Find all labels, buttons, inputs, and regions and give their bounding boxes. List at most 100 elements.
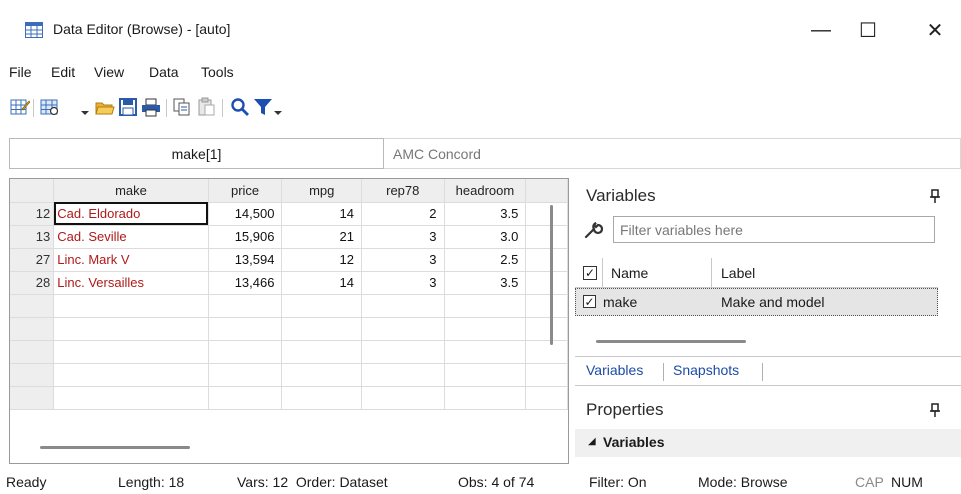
status-mode: Mode: Browse [698,474,788,490]
cell-make[interactable]: Linc. Mark V [53,248,209,272]
cell-more[interactable] [525,202,568,226]
minimize-button[interactable]: — [798,14,844,46]
row-number: 27 [10,248,55,272]
variable-checkbox[interactable]: ✓ [583,295,596,308]
column-header-mpg[interactable]: mpg [281,179,362,203]
cell-make[interactable]: Cad. Seville [53,225,209,249]
cell-more[interactable] [525,271,568,295]
maximize-button[interactable]: ☐ [845,14,891,46]
panel-tabs: Variables Snapshots [575,356,961,385]
empty-row[interactable] [10,386,568,410]
data-table: make price mpg rep78 headroom 12 Cad. El… [10,179,568,410]
close-button[interactable]: ✕ [912,14,958,46]
empty-row[interactable] [10,363,568,387]
status-vars-order: Vars: 12 Order: Dataset [237,474,388,490]
cell-headroom[interactable]: 2.5 [444,248,527,272]
side-panel: Variables Filter variables here ✓ Name L… [575,178,961,464]
horizontal-scrollbar[interactable] [40,446,190,449]
column-header-make[interactable]: make [53,179,209,203]
variable-name: make [603,294,638,310]
minimize-icon: — [811,18,831,41]
cell-more[interactable] [525,225,568,249]
header-row: make price mpg rep78 headroom [10,179,568,203]
pin-icon[interactable] [930,403,940,417]
row-number-header [10,179,55,203]
column-header-price[interactable]: price [208,179,283,203]
cell-rep78[interactable]: 3 [361,225,445,249]
cell-headroom[interactable]: 3.5 [444,202,527,226]
variables-list-header: ✓ Name Label [575,258,938,288]
find-icon[interactable] [230,97,250,117]
menu-bar: File Edit View Data Tools [0,60,961,86]
cell-mpg[interactable]: 14 [281,271,362,295]
cell-value-input[interactable]: AMC Concord [384,138,961,169]
variable-label: Make and model [721,294,825,310]
cell-mpg[interactable]: 12 [281,248,362,272]
cell-headroom[interactable]: 3.0 [444,225,527,249]
table-row[interactable]: 28 Linc. Versailles 13,466 14 3 3.5 [10,271,568,295]
edit-mode-icon[interactable] [10,97,30,117]
copy-icon[interactable] [172,97,192,117]
pin-icon[interactable] [930,189,940,203]
cell-price[interactable]: 13,466 [208,271,283,295]
empty-row[interactable] [10,317,568,341]
filter-dropdown-icon[interactable] [274,111,282,115]
collapse-arrow-icon[interactable]: ◢ [588,436,596,447]
status-obs: Obs: 4 of 74 [458,474,535,490]
close-icon: ✕ [926,19,944,42]
row-number: 12 [10,202,55,226]
menu-view[interactable]: View [94,64,124,80]
cell-make[interactable]: Linc. Versailles [53,271,209,295]
empty-row[interactable] [10,294,568,318]
column-header-headroom[interactable]: headroom [444,179,527,203]
cell-rep78[interactable]: 2 [361,202,445,226]
table-row[interactable]: 13 Cad. Seville 15,906 21 3 3.0 [10,225,568,249]
name-column-header[interactable]: Name [611,265,648,281]
cell-make[interactable]: Cad. Eldorado [53,202,209,226]
cell-mpg[interactable]: 21 [281,225,362,249]
browse-dropdown-icon[interactable] [81,111,89,115]
table-row[interactable]: 12 Cad. Eldorado 14,500 14 2 3.5 [10,202,568,226]
cell-headroom[interactable]: 3.5 [444,271,527,295]
status-cap: CAP [855,474,884,490]
print-icon[interactable] [141,97,161,117]
status-num: NUM [891,474,923,490]
window-title: Data Editor (Browse) - [auto] [53,21,231,37]
vertical-scrollbar[interactable] [550,205,553,345]
status-ready: Ready [6,474,47,490]
status-filter: Filter: On [589,474,647,490]
open-icon[interactable] [95,97,115,117]
empty-row[interactable] [10,340,568,364]
paste-icon[interactable] [196,97,216,117]
cell-price[interactable]: 13,594 [208,248,283,272]
cell-more[interactable] [525,248,568,272]
maximize-icon: ☐ [859,19,877,42]
table-row[interactable]: 27 Linc. Mark V 13,594 12 3 2.5 [10,248,568,272]
menu-edit[interactable]: Edit [51,64,75,80]
cell-rep78[interactable]: 3 [361,271,445,295]
browse-mode-icon[interactable] [40,97,60,117]
label-column-header[interactable]: Label [721,265,755,281]
filter-variables-input[interactable]: Filter variables here [613,216,935,243]
variables-horizontal-scrollbar[interactable] [596,340,746,343]
filter-icon[interactable] [253,97,273,117]
cell-price[interactable]: 15,906 [208,225,283,249]
tab-snapshots[interactable]: Snapshots [673,362,739,378]
menu-tools[interactable]: Tools [201,64,234,80]
tab-variables[interactable]: Variables [586,362,643,378]
section-label: Variables [603,434,665,450]
cell-mpg[interactable]: 14 [281,202,362,226]
column-header-rep78[interactable]: rep78 [361,179,445,203]
toolbar [0,91,961,131]
properties-variables-section[interactable]: ◢ Variables [575,429,961,457]
cell-rep78[interactable]: 3 [361,248,445,272]
cell-price[interactable]: 14,500 [208,202,283,226]
row-number: 13 [10,225,55,249]
data-editor-app-icon [25,22,43,38]
list-item[interactable]: ✓ make Make and model [575,288,938,316]
menu-file[interactable]: File [9,64,32,80]
data-grid[interactable]: make price mpg rep78 headroom 12 Cad. El… [9,178,569,464]
select-all-checkbox[interactable]: ✓ [583,266,597,280]
save-icon[interactable] [118,97,138,117]
menu-data[interactable]: Data [149,64,179,80]
